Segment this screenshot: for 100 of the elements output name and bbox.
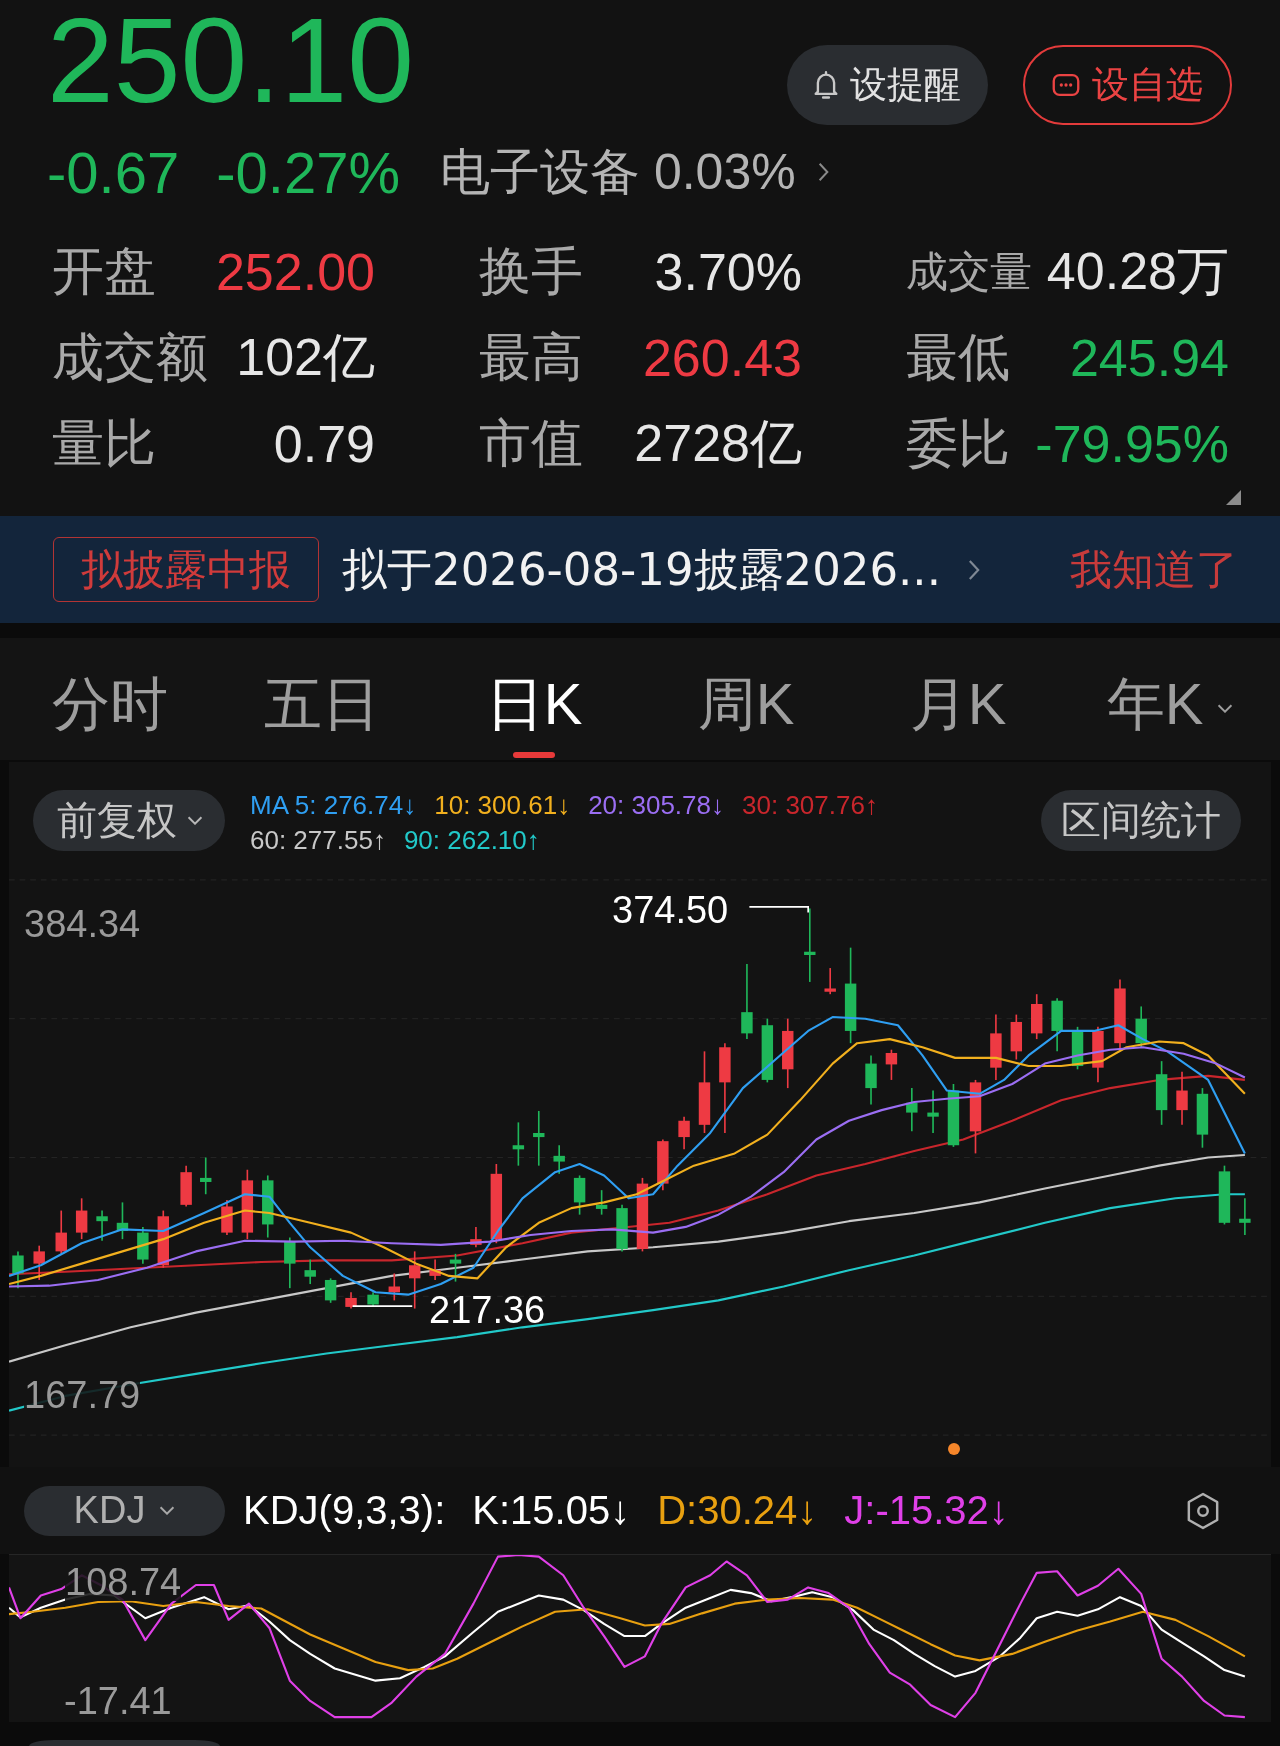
candlestick: [33, 1244, 45, 1281]
stat-value: 2728亿: [634, 413, 802, 474]
period-tab[interactable]: 五日: [216, 638, 428, 760]
candlestick: [782, 1017, 794, 1089]
set-alert-button[interactable]: 设提醒: [787, 45, 988, 125]
candlestick: [470, 1226, 482, 1249]
candlestick: [512, 1121, 525, 1167]
add-watchlist-button[interactable]: 设自选: [1023, 45, 1232, 125]
chevron-right-icon: [967, 558, 980, 581]
stat-label: 换手: [479, 241, 583, 302]
axis-min-label: -17.41: [64, 1682, 172, 1720]
high-price-label: 374.50: [612, 891, 729, 929]
stat-value: 3.70%: [654, 242, 802, 302]
candlestick: [595, 1189, 608, 1216]
candlestick: [200, 1156, 212, 1196]
candlestick: [367, 1291, 379, 1307]
candlestick: [429, 1258, 441, 1281]
low-price-label: 217.36: [429, 1291, 546, 1329]
stat-value: 252.00: [215, 242, 375, 302]
stat-label: 最高: [479, 327, 583, 388]
leader-line: [748, 906, 809, 914]
marker-dot-icon: [948, 1443, 960, 1455]
candlestick: [96, 1209, 108, 1242]
stat-label: 量比: [52, 413, 156, 474]
stat-value: -79.95%: [1035, 414, 1229, 474]
expand-triangle-icon[interactable]: [1226, 490, 1241, 505]
candlestick: [262, 1174, 274, 1239]
stat-value: 260.43: [642, 328, 802, 388]
range-stats-button[interactable]: 区间统计: [1041, 790, 1241, 851]
candlestick: [284, 1236, 296, 1289]
candlestick: [1051, 997, 1063, 1053]
candlestick: [1010, 1013, 1023, 1061]
caret-down-icon: [159, 1506, 176, 1515]
ma-value: 20: 305.78↓: [588, 789, 724, 822]
percent-change: -0.27%: [216, 138, 400, 206]
candlestick: [906, 1087, 918, 1133]
stat-label: 市值: [479, 413, 583, 474]
candlestick: [990, 1013, 1002, 1081]
stat-label: 开盘: [52, 241, 156, 302]
candlestick: [553, 1144, 565, 1175]
candlestick: [157, 1209, 169, 1269]
candlestick: [885, 1048, 898, 1081]
notice-tag: 拟披露中报: [53, 537, 319, 602]
sector-link[interactable]: 电子设备 0.03%: [440, 138, 829, 206]
candlestick: [865, 1054, 877, 1106]
indicator-value: K:15.05↓: [472, 1488, 631, 1533]
candlestick: [1155, 1060, 1168, 1126]
candlestick: [409, 1250, 421, 1310]
candlestick: [388, 1272, 400, 1302]
stat-value: 0.79: [273, 414, 375, 474]
candlestick: [324, 1277, 337, 1304]
indicator-value: J:-15.32↓: [844, 1488, 1009, 1533]
chevron-right-icon: [817, 162, 829, 182]
period-tab[interactable]: 年K: [1064, 638, 1276, 760]
candlestick: [449, 1253, 462, 1283]
adjustment-dropdown[interactable]: 前复权: [33, 790, 225, 851]
price-change: -0.67: [47, 138, 180, 206]
notice-link[interactable]: 拟于2026-08-19披露2026...: [342, 539, 980, 600]
candlestick: [1071, 1026, 1084, 1071]
bell-icon: [814, 71, 838, 99]
candlestick: [1176, 1070, 1188, 1126]
indicator-value: D:30.24↓: [657, 1488, 818, 1533]
candlestick: [616, 1204, 628, 1253]
candlestick: [1196, 1087, 1209, 1149]
candlestick: [947, 1083, 960, 1148]
candlestick: [55, 1209, 67, 1255]
candlestick: [1031, 993, 1043, 1040]
candlestick: [75, 1197, 88, 1240]
ma-value: 30: 307.76↑: [742, 789, 878, 822]
candlestick: [1218, 1164, 1231, 1226]
candlestick: [304, 1258, 316, 1285]
candlestick: [241, 1168, 254, 1240]
candlestick: [1239, 1197, 1251, 1236]
candlestick: [116, 1201, 129, 1240]
candlestick: [573, 1174, 586, 1216]
candlestick: [927, 1089, 939, 1134]
indicator-params: KDJ(9,3,3):: [243, 1488, 446, 1533]
ma-value: 90: 262.10↑: [403, 824, 540, 857]
candlestick: [678, 1115, 690, 1151]
period-tab[interactable]: 分时: [4, 638, 216, 760]
last-price: 250.10: [47, 0, 415, 120]
stat-label: 最低: [906, 327, 1010, 388]
indicator-dropdown[interactable]: KDJ: [24, 1485, 225, 1536]
stat-label: 委比: [906, 413, 1010, 474]
ma-value: 60: 277.55↑: [250, 824, 386, 857]
candlestick: [180, 1164, 192, 1208]
ellipsis-box-icon: [1052, 73, 1080, 97]
period-tab[interactable]: 月K: [852, 638, 1064, 760]
candlestick: [345, 1291, 357, 1310]
stat-label: 成交额: [52, 327, 208, 388]
stat-value: 245.94: [1069, 328, 1229, 388]
candlestick: [533, 1110, 545, 1167]
ma-value: MA 5: 276.74↓: [250, 789, 417, 822]
axis-max-label: 384.34: [24, 905, 141, 943]
period-tab[interactable]: 周K: [640, 638, 852, 760]
period-tab[interactable]: 日K: [428, 638, 640, 760]
stat-value: 102亿: [236, 327, 375, 388]
candlestick: [761, 1017, 774, 1084]
stat-value: 40.28万: [1046, 241, 1229, 302]
settings-icon[interactable]: [1186, 1491, 1220, 1530]
